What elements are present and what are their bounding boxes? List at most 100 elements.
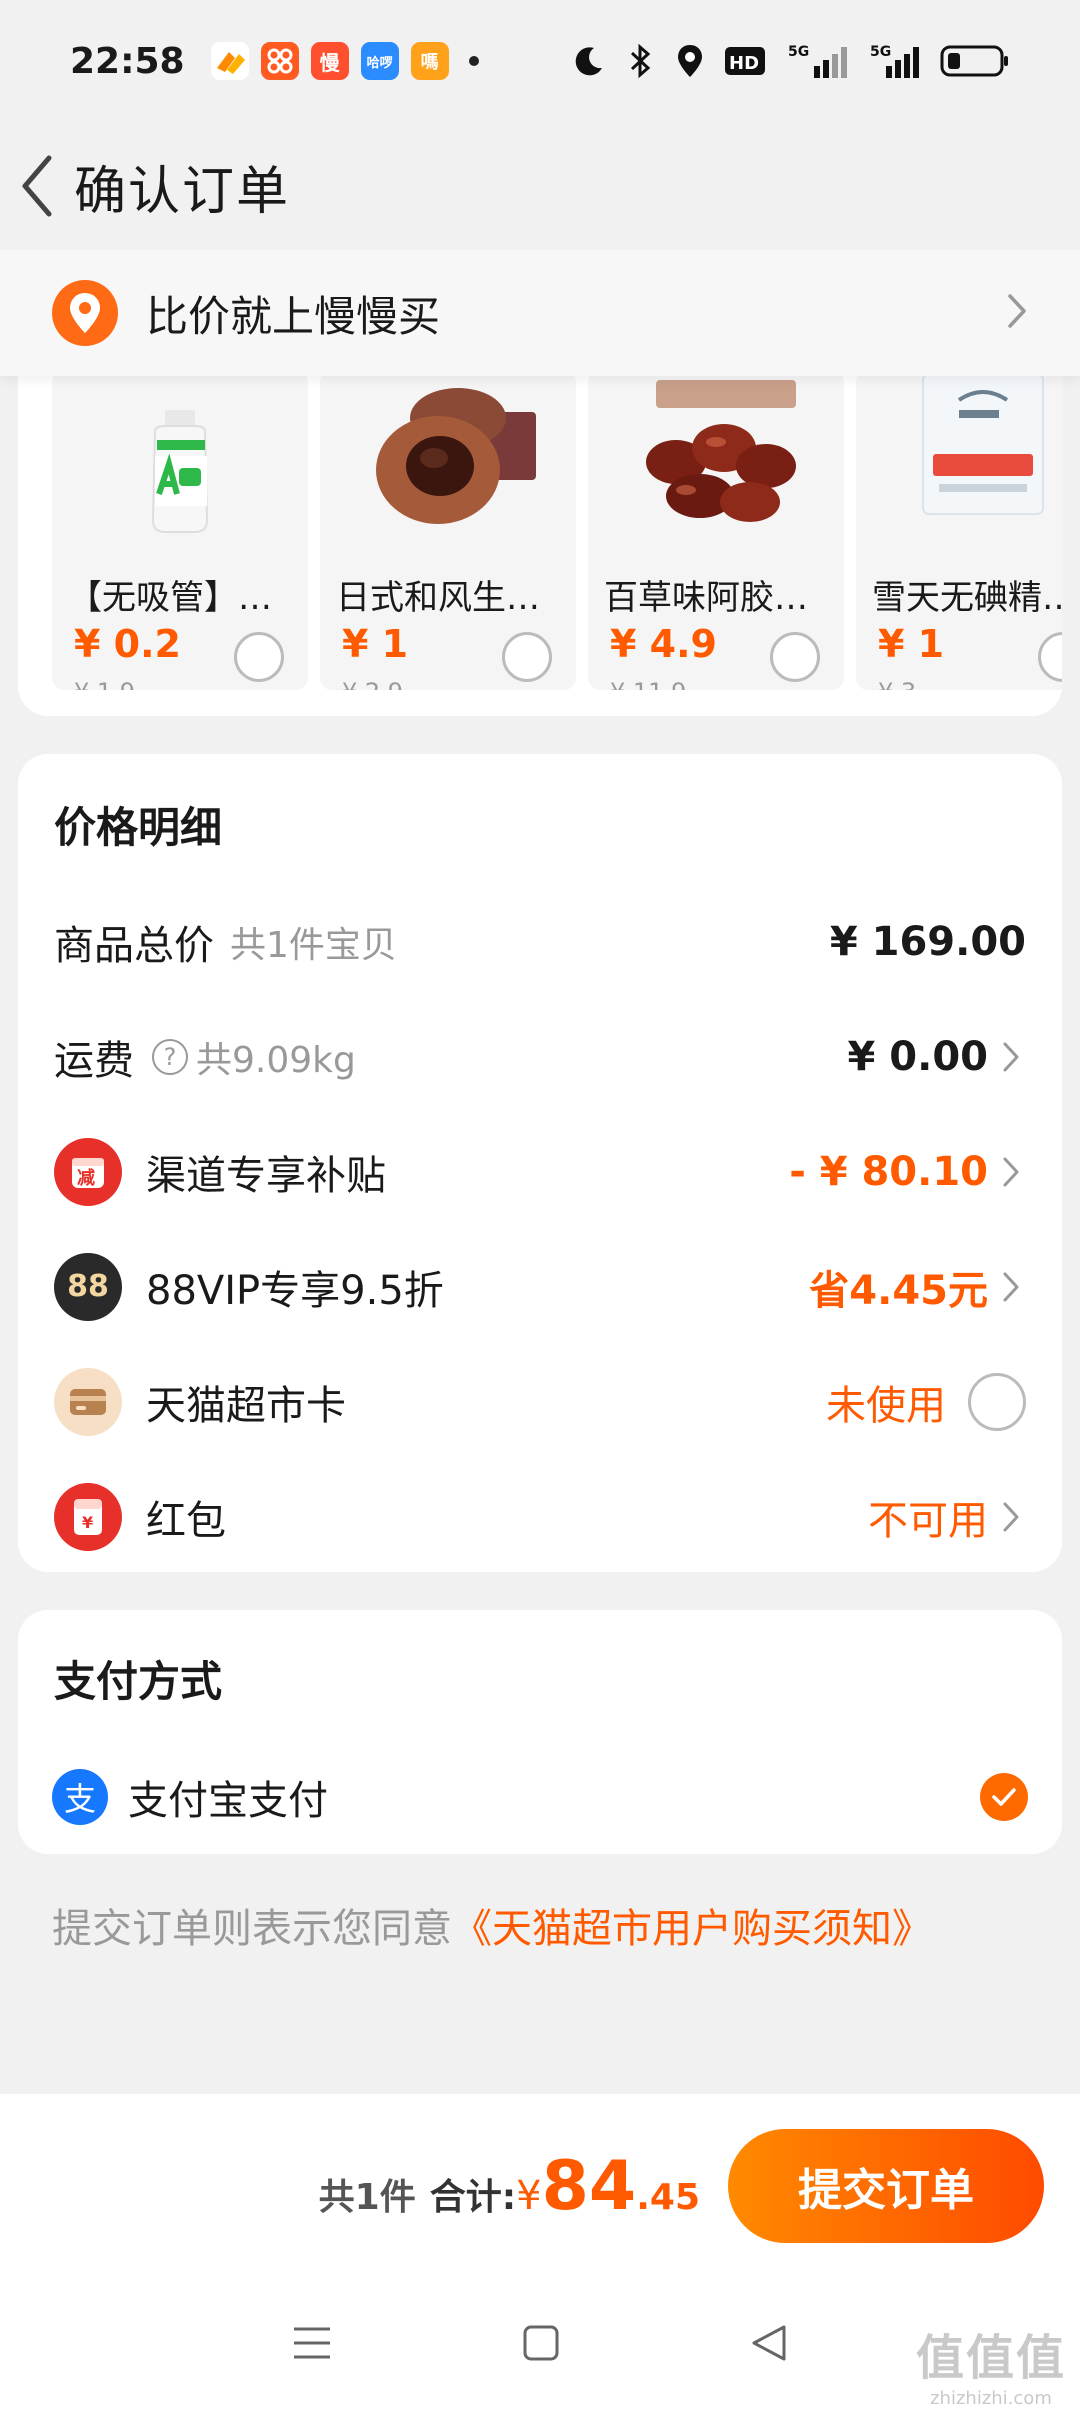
man-app-icon: 慢 <box>310 42 349 80</box>
location-icon <box>676 43 704 79</box>
product-name: 百草味阿胶蜜枣 <box>604 578 834 618</box>
checkmark-icon[interactable] <box>980 1773 1028 1821</box>
checkout-bar: 共1件 合计: ¥ 84 .45 提交订单 <box>0 2094 1080 2278</box>
chevron-right-icon <box>1002 1041 1026 1073</box>
red-packet-row[interactable]: ¥ 红包 不可用 <box>18 1459 1062 1574</box>
product-price: ¥ 1 <box>878 622 945 666</box>
product-original-price: ¥ 1.9 <box>74 678 135 690</box>
product-name: 雪天无碘精制盐 <box>872 578 1062 618</box>
goods-total-label: 商品总价 <box>54 922 214 969</box>
vip-discount-label: 88VIP专享9.5折 <box>146 1267 444 1314</box>
battery-icon <box>940 43 1010 79</box>
goods-total-row: 商品总价 共1件宝贝 ¥ 169.00 <box>18 884 1062 999</box>
product-card[interactable]: 【无吸管】娃哈哈AD钙奶 ¥ 0.2 ¥ 1.9 <box>52 370 308 690</box>
shipping-weight: 共9.09kg <box>196 1039 356 1081</box>
goods-count: 共1件宝贝 <box>230 924 397 966</box>
question-icon[interactable]: ? <box>152 1038 188 1075</box>
total-amount-integer: 84 <box>541 2146 637 2226</box>
svg-text:5G: 5G <box>870 44 891 60</box>
leaf-app-icon <box>210 42 249 80</box>
supermarket-card-row[interactable]: 天猫超市卡 未使用 <box>18 1344 1062 1459</box>
add-on-products-card: 【无吸管】娃哈哈AD钙奶 ¥ 0.2 ¥ 1.9 日式和风生巧克力麻薯 ¥ 1 … <box>18 330 1062 716</box>
submit-order-button[interactable]: 提交订单 <box>728 2129 1044 2243</box>
supermarket-card-label: 天猫超市卡 <box>146 1382 346 1429</box>
hd-icon: HD <box>724 44 768 78</box>
menu-icon[interactable] <box>292 2325 332 2365</box>
product-select-radio[interactable] <box>502 632 552 682</box>
chevron-right-icon <box>1002 1156 1026 1188</box>
vip-discount-value: 省4.45元 <box>809 1267 988 1314</box>
agreement-text: 提交订单则表示您同意《天猫超市用户购买须知》 <box>52 1896 932 1954</box>
subsidy-row[interactable]: 减 渠道专享补贴 - ¥ 80.10 <box>18 1114 1062 1229</box>
product-select-radio[interactable] <box>770 632 820 682</box>
mochi-icon <box>320 370 576 540</box>
payment-title: 支付方式 <box>54 1657 223 1706</box>
svg-text:¥: ¥ <box>82 1513 93 1532</box>
location-pin-icon <box>52 280 118 346</box>
product-select-radio[interactable] <box>234 632 284 682</box>
discount-icon: 减 <box>54 1137 122 1206</box>
dates-icon <box>588 370 844 540</box>
salt-bag-icon <box>856 370 1062 540</box>
payment-method-card: 支付方式 支 支付宝支付 <box>18 1610 1062 1854</box>
price-detail-card: 价格明细 商品总价 共1件宝贝 ¥ 169.00 运费 ? 共9.09kg ¥ … <box>18 754 1062 1572</box>
home-square-icon[interactable] <box>522 2324 560 2366</box>
red-packet-icon: ¥ <box>54 1482 122 1551</box>
moon-icon <box>572 44 606 78</box>
more-notifications-dot <box>468 56 479 66</box>
red-packet-value: 不可用 <box>868 1497 988 1544</box>
item-count: 共1件 <box>318 2176 416 2218</box>
back-arrow-icon <box>22 155 52 217</box>
notification-app-icons: 慢 哈啰 嗎 <box>210 42 449 80</box>
svg-text:HD: HD <box>729 53 759 74</box>
alipay-option[interactable]: 支 支付宝支付 <box>52 1762 1028 1832</box>
watermark: 值值值 zhizhizhi.com <box>916 2318 1066 2409</box>
product-original-price: ¥ 11.9 <box>610 678 686 690</box>
product-original-price: ¥ 3 <box>878 678 916 690</box>
agreement-prefix: 提交订单则表示您同意 <box>52 1906 452 1952</box>
vip-88-icon: 88 <box>54 1252 122 1321</box>
total-amount-decimal: .45 <box>636 2176 700 2218</box>
chevron-right-icon <box>1002 1271 1026 1303</box>
hala-app-icon: 哈啰 <box>360 42 399 80</box>
product-card[interactable]: 雪天无碘精制盐 ¥ 1 ¥ 3 <box>856 370 1062 690</box>
watermark-logo: 值值值 <box>915 2330 1066 2386</box>
back-button[interactable] <box>2 122 72 250</box>
product-original-price: ¥ 2.9 <box>342 678 403 690</box>
shipping-label: 运费 <box>54 1037 134 1084</box>
subsidy-value: - ¥ 80.10 <box>789 1148 988 1195</box>
supermarket-card-radio[interactable] <box>968 1372 1026 1431</box>
subsidy-label: 渠道专享补贴 <box>146 1152 386 1199</box>
product-list: 【无吸管】娃哈哈AD钙奶 ¥ 0.2 ¥ 1.9 日式和风生巧克力麻薯 ¥ 1 … <box>52 370 1062 690</box>
product-select-radio[interactable] <box>1038 632 1062 682</box>
product-name: 【无吸管】娃哈哈AD钙奶 <box>68 578 298 618</box>
vip-discount-row[interactable]: 88 88VIP专享9.5折 省4.45元 <box>18 1229 1062 1344</box>
milk-bottle-icon <box>52 370 308 540</box>
promo-banner[interactable]: 比价就上慢慢买 <box>0 250 1080 376</box>
svg-text:5G: 5G <box>788 44 809 60</box>
price-detail-title: 价格明细 <box>54 803 223 852</box>
watermark-url: zhizhizhi.com <box>930 2388 1052 2409</box>
shipping-value: ¥ 0.00 <box>847 1033 988 1080</box>
svg-text:减: 减 <box>77 1167 95 1189</box>
bluetooth-icon <box>626 42 656 80</box>
product-card[interactable]: 百草味阿胶蜜枣 ¥ 4.9 ¥ 11.9 <box>588 370 844 690</box>
header: 确认订单 <box>0 122 1080 250</box>
signal-5g-icon-2: 5G <box>870 42 920 80</box>
product-card[interactable]: 日式和风生巧克力麻薯 ¥ 1 ¥ 2.9 <box>320 370 576 690</box>
red-packet-label: 红包 <box>146 1497 226 1544</box>
ms-app-icon: 嗎 <box>410 42 449 80</box>
supermarket-card-value: 未使用 <box>826 1382 946 1429</box>
alipay-label: 支付宝支付 <box>128 1778 328 1824</box>
promo-text: 比价就上慢慢买 <box>146 291 441 341</box>
back-triangle-icon[interactable] <box>750 2323 788 2367</box>
goods-total-value: ¥ 169.00 <box>829 918 1026 965</box>
shipping-row[interactable]: 运费 ? 共9.09kg ¥ 0.00 <box>18 999 1062 1114</box>
product-price: ¥ 1 <box>342 622 409 666</box>
page-title: 确认订单 <box>74 161 291 222</box>
status-time: 22:58 <box>70 40 185 82</box>
product-price: ¥ 4.9 <box>610 622 717 666</box>
purchase-terms-link[interactable]: 《天猫超市用户购买须知》 <box>452 1906 932 1952</box>
chevron-right-icon <box>1002 1501 1026 1533</box>
chevron-right-icon <box>1006 292 1028 334</box>
